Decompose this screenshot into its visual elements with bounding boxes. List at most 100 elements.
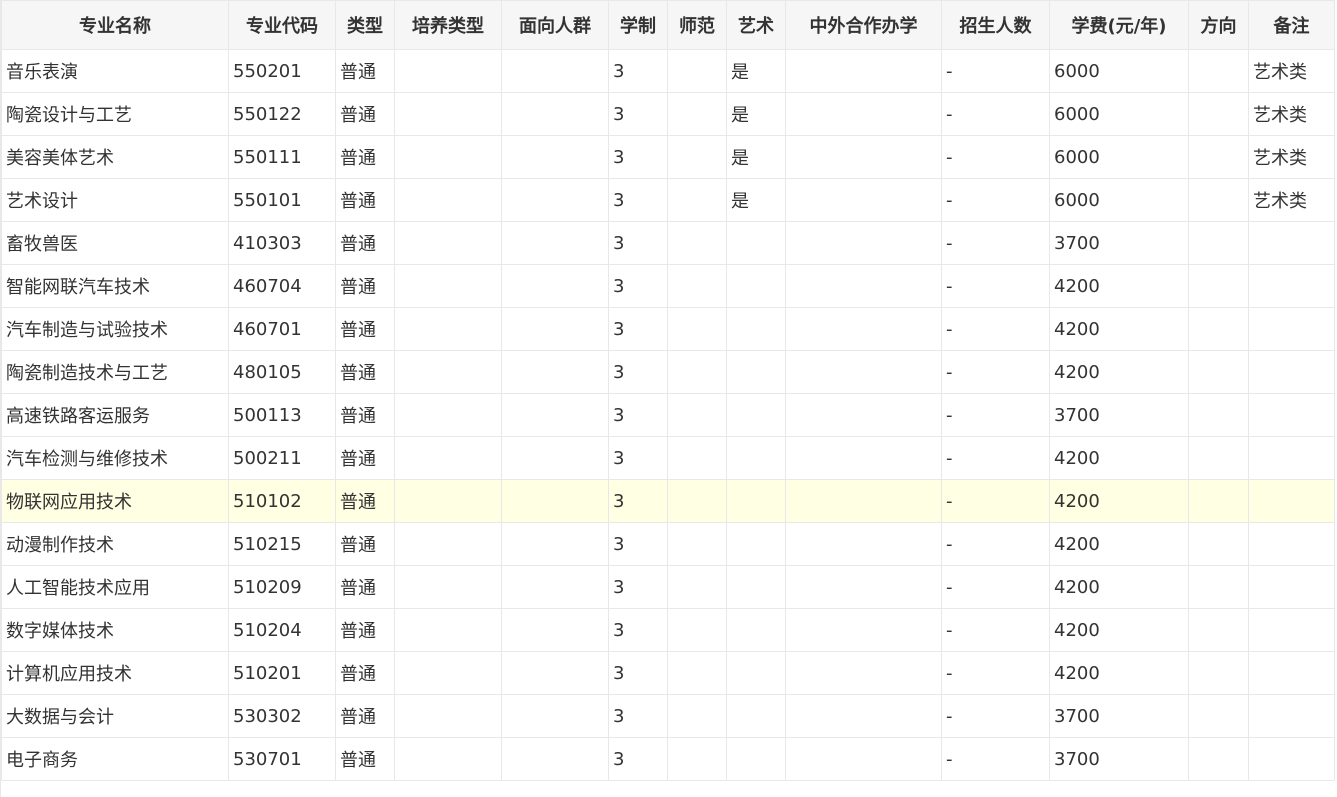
cell-remarks [1248, 479, 1335, 523]
cell-duration: 3 [608, 49, 668, 93]
cell-sino-foreign [785, 737, 942, 781]
cell-type: 普通 [335, 436, 395, 480]
cell-direction [1188, 178, 1249, 222]
cell-tuition: 4200 [1049, 608, 1189, 652]
column-header-direction: 方向 [1188, 0, 1249, 50]
cell-major-code: 550101 [228, 178, 336, 222]
cell-major-name: 艺术设计 [1, 178, 229, 222]
table-row[interactable]: 汽车检测与维修技术 500211 普通 3 -4200 [1, 436, 1335, 480]
table-row[interactable]: 智能网联汽车技术 460704 普通 3 -4200 [1, 264, 1335, 308]
cell-major-name: 汽车制造与试验技术 [1, 307, 229, 351]
cell-enrollment: - [941, 135, 1050, 179]
cell-sino-foreign [785, 651, 942, 695]
cell-normal-school [667, 436, 727, 480]
majors-table: 专业名称 专业代码 类型 培养类型 面向人群 学制 师范 艺术 中外合作办学 招生人数 学费(元/年… [1, 0, 1335, 781]
cell-tuition: 3700 [1049, 737, 1189, 781]
cell-normal-school [667, 92, 727, 136]
cell-enrollment: - [941, 350, 1050, 394]
column-header-duration: 学制 [608, 0, 668, 50]
cell-target-group [501, 565, 609, 609]
cell-art [726, 479, 786, 523]
cell-training-type [394, 694, 502, 738]
cell-sino-foreign [785, 178, 942, 222]
table-row[interactable]: 美容美体艺术 550111 普通 3 是 -6000 艺术类 [1, 135, 1335, 179]
cell-type: 普通 [335, 307, 395, 351]
cell-target-group [501, 651, 609, 695]
cell-target-group [501, 307, 609, 351]
cell-direction [1188, 350, 1249, 394]
cell-remarks [1248, 608, 1335, 652]
table-row[interactable]: 音乐表演 550201 普通 3 是 -6000 艺术类 [1, 49, 1335, 93]
cell-enrollment: - [941, 92, 1050, 136]
table-body: 音乐表演 550201 普通 3 是 -6000 艺术类 陶瓷设计与工艺 550122 普通 3 是 -… [1, 49, 1335, 781]
cell-major-name: 物联网应用技术 [1, 479, 229, 523]
table-row[interactable]: 数字媒体技术 510204 普通 3 -4200 [1, 608, 1335, 652]
cell-art [726, 436, 786, 480]
table-row[interactable]: 汽车制造与试验技术 460701 普通 3 -4200 [1, 307, 1335, 351]
cell-remarks [1248, 737, 1335, 781]
cell-major-name: 陶瓷设计与工艺 [1, 92, 229, 136]
cell-training-type [394, 264, 502, 308]
cell-target-group [501, 479, 609, 523]
cell-target-group [501, 264, 609, 308]
column-header-tuition: 学费(元/年) [1049, 0, 1189, 50]
cell-enrollment: - [941, 608, 1050, 652]
cell-major-code: 460704 [228, 264, 336, 308]
cell-remarks [1248, 522, 1335, 566]
cell-enrollment: - [941, 221, 1050, 265]
cell-remarks [1248, 350, 1335, 394]
table-row[interactable]: 电子商务 530701 普通 3 -3700 [1, 737, 1335, 781]
cell-major-name: 智能网联汽车技术 [1, 264, 229, 308]
table-row[interactable]: 动漫制作技术 510215 普通 3 -4200 [1, 522, 1335, 566]
cell-enrollment: - [941, 393, 1050, 437]
table-row[interactable]: 畜牧兽医 410303 普通 3 -3700 [1, 221, 1335, 265]
cell-duration: 3 [608, 651, 668, 695]
cell-enrollment: - [941, 694, 1050, 738]
table-row[interactable]: 陶瓷制造技术与工艺 480105 普通 3 -4200 [1, 350, 1335, 394]
cell-duration: 3 [608, 694, 668, 738]
cell-normal-school [667, 479, 727, 523]
cell-major-name: 陶瓷制造技术与工艺 [1, 350, 229, 394]
cell-major-code: 550122 [228, 92, 336, 136]
cell-direction [1188, 565, 1249, 609]
cell-training-type [394, 479, 502, 523]
cell-target-group [501, 92, 609, 136]
table-row[interactable]: 计算机应用技术 510201 普通 3 -4200 [1, 651, 1335, 695]
cell-type: 普通 [335, 608, 395, 652]
cell-duration: 3 [608, 221, 668, 265]
column-header-type: 类型 [335, 0, 395, 50]
cell-art [726, 393, 786, 437]
cell-art: 是 [726, 178, 786, 222]
cell-tuition: 3700 [1049, 393, 1189, 437]
column-header-remarks: 备注 [1248, 0, 1335, 50]
table-row[interactable]: 物联网应用技术 510102 普通 3 -4200 [1, 479, 1335, 523]
cell-major-name: 美容美体艺术 [1, 135, 229, 179]
cell-enrollment: - [941, 565, 1050, 609]
cell-training-type [394, 608, 502, 652]
cell-art [726, 694, 786, 738]
table-row[interactable]: 大数据与会计 530302 普通 3 -3700 [1, 694, 1335, 738]
majors-table-container: 专业名称 专业代码 类型 培养类型 面向人群 学制 师范 艺术 中外合作办学 招生人数 学费(元/年… [0, 0, 1336, 797]
cell-art: 是 [726, 49, 786, 93]
cell-type: 普通 [335, 522, 395, 566]
cell-normal-school [667, 264, 727, 308]
column-header-major-name: 专业名称 [1, 0, 229, 50]
cell-target-group [501, 694, 609, 738]
cell-enrollment: - [941, 651, 1050, 695]
table-row[interactable]: 艺术设计 550101 普通 3 是 -6000 艺术类 [1, 178, 1335, 222]
cell-sino-foreign [785, 49, 942, 93]
cell-training-type [394, 651, 502, 695]
table-row[interactable]: 人工智能技术应用 510209 普通 3 -4200 [1, 565, 1335, 609]
cell-type: 普通 [335, 350, 395, 394]
cell-enrollment: - [941, 264, 1050, 308]
cell-major-name: 计算机应用技术 [1, 651, 229, 695]
table-row[interactable]: 高速铁路客运服务 500113 普通 3 -3700 [1, 393, 1335, 437]
cell-target-group [501, 436, 609, 480]
cell-art [726, 737, 786, 781]
cell-normal-school [667, 350, 727, 394]
cell-duration: 3 [608, 565, 668, 609]
cell-normal-school [667, 694, 727, 738]
cell-major-code: 510209 [228, 565, 336, 609]
table-row[interactable]: 陶瓷设计与工艺 550122 普通 3 是 -6000 艺术类 [1, 92, 1335, 136]
cell-remarks: 艺术类 [1248, 178, 1335, 222]
